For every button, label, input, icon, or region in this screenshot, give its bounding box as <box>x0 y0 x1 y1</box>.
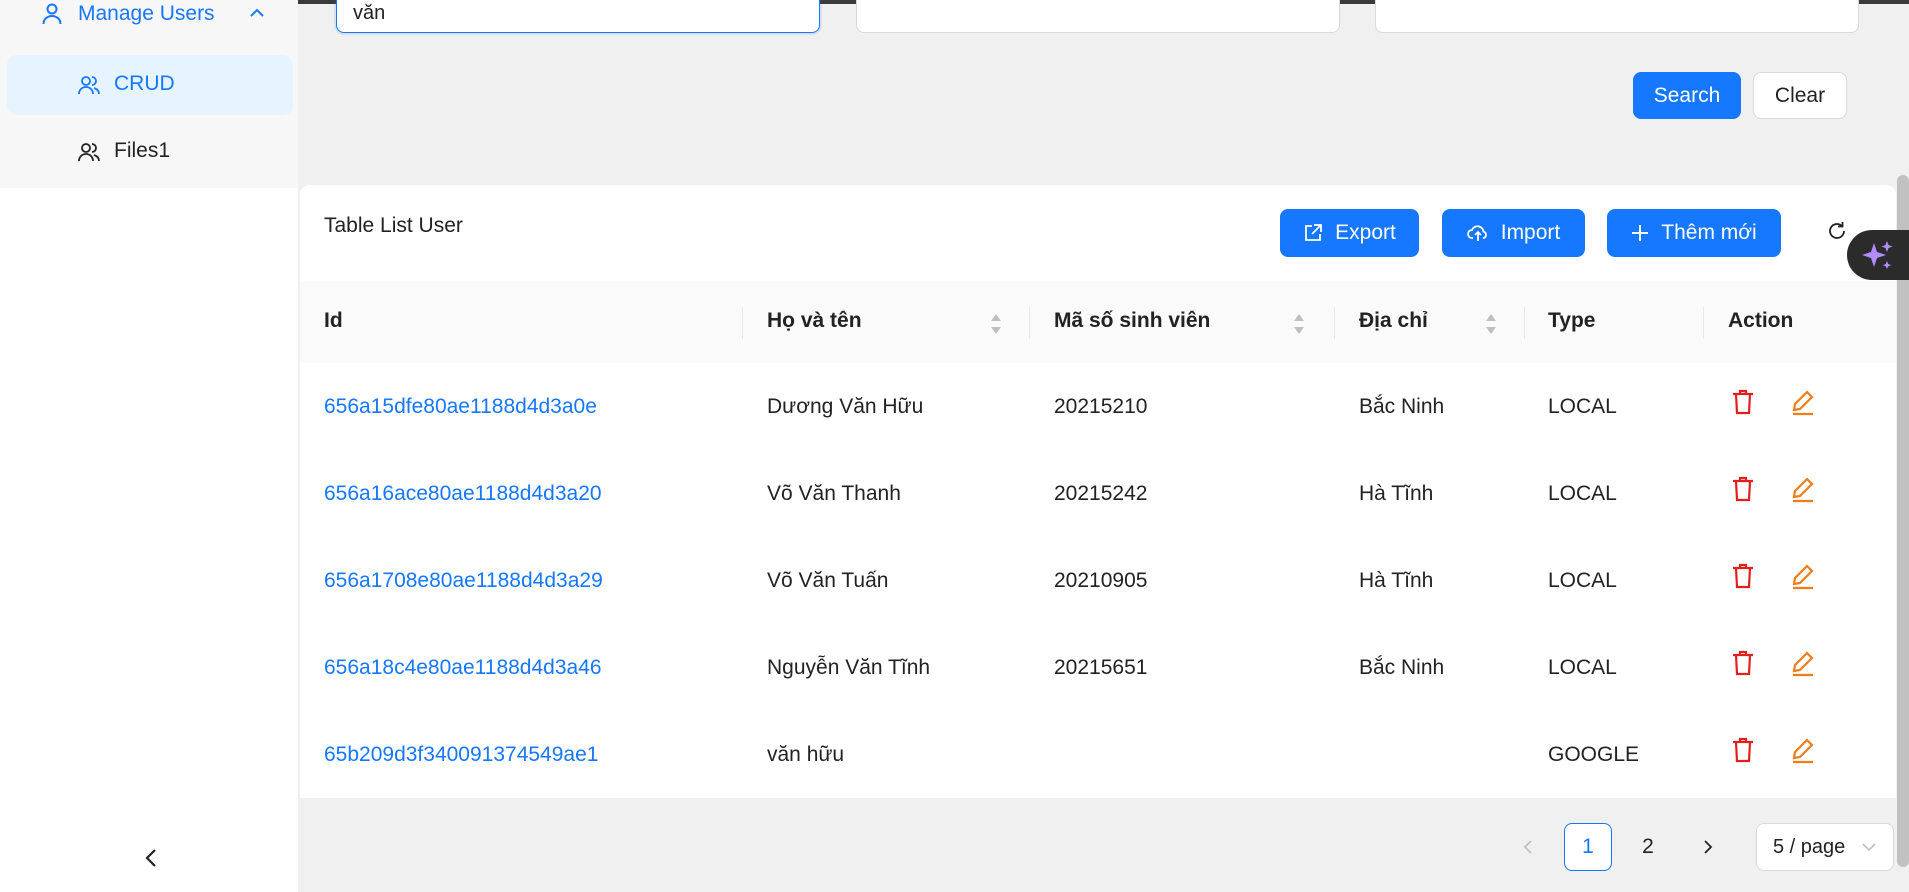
chevron-down-icon <box>1862 843 1876 852</box>
table-header: Id Họ và tên Mã số sinh viên Địa chỉ Typ… <box>300 281 1896 364</box>
edit-icon[interactable] <box>1790 388 1816 416</box>
name-cell: Dương Văn Hữu <box>767 395 924 418</box>
users-icon <box>78 76 100 95</box>
next-page-button[interactable] <box>1684 823 1732 871</box>
column-divider <box>1703 307 1704 339</box>
table-row: 656a15dfe80ae1188d4d3a0e Dương Văn Hữu 2… <box>300 363 1896 451</box>
sidebar: Manage Users CRUD Files1 <box>0 0 298 892</box>
column-divider <box>1524 307 1525 339</box>
sidebar-group-label: Manage Users <box>78 2 215 25</box>
address-cell: Bắc Ninh <box>1359 395 1445 418</box>
student-id-filter-field[interactable] <box>856 0 1340 33</box>
chevron-right-icon <box>1704 840 1713 854</box>
table-row: 656a16ace80ae1188d4d3a20 Võ Văn Thanh 20… <box>300 450 1896 538</box>
delete-icon[interactable] <box>1730 388 1756 416</box>
delete-icon[interactable] <box>1730 736 1756 764</box>
user-icon <box>42 3 62 25</box>
address-filter-field[interactable] <box>1375 0 1859 33</box>
column-header-address[interactable]: Địa chỉ <box>1359 309 1428 333</box>
address-cell: Bắc Ninh <box>1359 656 1445 679</box>
type-cell: LOCAL <box>1548 569 1617 592</box>
column-divider <box>1334 307 1335 339</box>
column-header-id: Id <box>324 309 343 332</box>
name-cell: Võ Văn Thanh <box>767 482 901 505</box>
collapse-sidebar-icon[interactable] <box>140 846 164 870</box>
user-id-link[interactable]: 656a16ace80ae1188d4d3a20 <box>324 482 602 506</box>
cloud-upload-icon <box>1466 225 1487 241</box>
search-button-label: Search <box>1653 83 1721 107</box>
edit-icon[interactable] <box>1790 649 1816 677</box>
add-new-button[interactable]: Thêm mới <box>1607 209 1781 257</box>
type-cell: LOCAL <box>1548 656 1617 679</box>
table-row: 65b209d3f340091374549ae1 văn hữu GOOGLE <box>300 711 1896 799</box>
import-button[interactable]: Import <box>1442 209 1585 257</box>
export-button-label: Export <box>1335 221 1396 244</box>
type-cell: LOCAL <box>1548 482 1617 505</box>
name-cell: Nguyễn Văn Tĩnh <box>767 656 931 679</box>
export-button[interactable]: Export <box>1280 209 1419 257</box>
name-filter-input[interactable] <box>353 2 653 25</box>
column-header-action: Action <box>1728 309 1794 332</box>
sidebar-item-files1[interactable]: Files1 <box>7 122 293 182</box>
user-id-link[interactable]: 656a18c4e80ae1188d4d3a46 <box>324 656 602 680</box>
sort-icon[interactable] <box>1292 311 1306 337</box>
column-divider <box>742 307 743 339</box>
chevron-up-icon[interactable] <box>248 4 266 22</box>
sort-icon[interactable] <box>1484 311 1498 337</box>
sidebar-item-crud[interactable]: CRUD <box>7 55 293 115</box>
table-row: 656a1708e80ae1188d4d3a29 Võ Văn Tuấn 202… <box>300 537 1896 625</box>
student-id-cell: 20215651 <box>1054 656 1148 679</box>
edit-icon[interactable] <box>1790 736 1816 764</box>
student-id-cell: 20210905 <box>1054 569 1148 592</box>
chevron-left-icon <box>1523 840 1532 854</box>
table-row: 656a18c4e80ae1188d4d3a46 Nguyễn Văn Tĩnh… <box>300 624 1896 712</box>
sparkle-icon <box>1862 241 1893 269</box>
type-cell: LOCAL <box>1548 395 1617 418</box>
reload-icon[interactable] <box>1826 220 1848 242</box>
column-header-name[interactable]: Họ và tên <box>767 309 862 333</box>
address-cell: Hà Tĩnh <box>1359 482 1434 505</box>
user-id-link[interactable]: 65b209d3f340091374549ae1 <box>324 743 598 767</box>
name-filter-field[interactable] <box>336 0 820 33</box>
column-header-student-id[interactable]: Mã số sinh viên <box>1054 309 1210 333</box>
delete-icon[interactable] <box>1730 475 1756 503</box>
address-cell: Hà Tĩnh <box>1359 569 1434 592</box>
page-size-value: 5 / page <box>1773 836 1846 858</box>
user-id-link[interactable]: 656a15dfe80ae1188d4d3a0e <box>324 395 597 419</box>
page-1-button[interactable]: 1 <box>1564 823 1612 871</box>
search-button[interactable]: Search <box>1633 72 1741 119</box>
edit-icon[interactable] <box>1790 475 1816 503</box>
column-divider <box>1029 307 1030 339</box>
delete-icon[interactable] <box>1730 562 1756 590</box>
page-size-select[interactable]: 5 / page <box>1756 823 1894 871</box>
name-cell: Võ Văn Tuấn <box>767 569 889 592</box>
student-id-cell: 20215210 <box>1054 395 1148 418</box>
edit-icon[interactable] <box>1790 562 1816 590</box>
sort-icon[interactable] <box>989 311 1003 337</box>
name-cell: văn hữu <box>767 743 845 766</box>
user-id-link[interactable]: 656a1708e80ae1188d4d3a29 <box>324 569 603 593</box>
delete-icon[interactable] <box>1730 649 1756 677</box>
sidebar-item-label: Files1 <box>114 139 171 162</box>
page-number: 2 <box>1642 835 1654 858</box>
type-cell: GOOGLE <box>1548 743 1640 766</box>
import-button-label: Import <box>1500 221 1561 244</box>
column-header-type: Type <box>1548 309 1596 332</box>
export-icon <box>1305 224 1323 241</box>
sidebar-item-label: CRUD <box>114 72 175 95</box>
student-id-cell: 20215242 <box>1054 482 1148 505</box>
clear-button[interactable]: Clear <box>1753 72 1847 119</box>
previous-page-button[interactable] <box>1504 823 1552 871</box>
users-icon <box>78 143 100 162</box>
page-number: 1 <box>1582 835 1594 858</box>
ai-assistant-button[interactable] <box>1847 230 1909 280</box>
add-new-button-label: Thêm mới <box>1661 221 1757 244</box>
table-title: Table List User <box>324 214 463 237</box>
plus-icon <box>1632 225 1649 241</box>
page-2-button[interactable]: 2 <box>1624 823 1672 871</box>
clear-button-label: Clear <box>1774 83 1826 107</box>
sidebar-group-manage-users[interactable]: Manage Users <box>0 0 298 34</box>
